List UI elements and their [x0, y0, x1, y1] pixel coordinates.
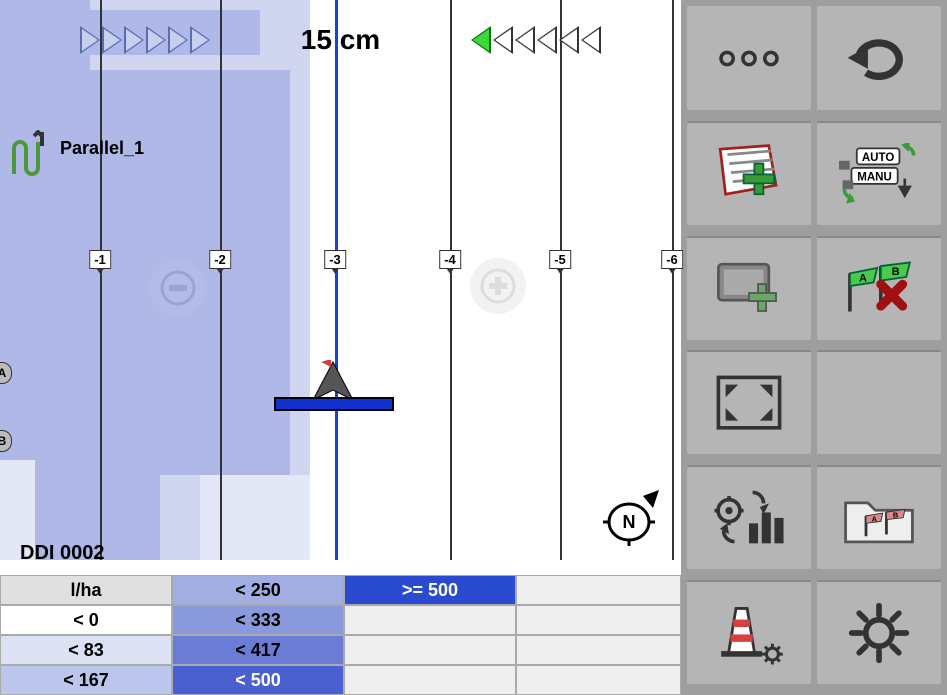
lightbar-right-arrows: [469, 26, 601, 54]
implement-boom: [274, 397, 394, 411]
svg-text:N: N: [623, 512, 636, 532]
guideline: [335, 0, 338, 560]
guideline-label: -6: [661, 250, 683, 269]
legend-cell: [344, 665, 516, 695]
stats-button[interactable]: [687, 465, 811, 569]
guideline-label: -2: [209, 250, 231, 269]
offset-value: 15 cm: [301, 24, 380, 56]
zoom-in-button[interactable]: [470, 258, 526, 314]
legend-cell: < 500: [172, 665, 344, 695]
svg-text:B: B: [892, 266, 900, 278]
guideline-label: -4: [439, 250, 461, 269]
add-field-button[interactable]: [687, 121, 811, 225]
toolbar: AUTOMANU AB AB: [681, 0, 947, 695]
legend-cell: < 417: [172, 635, 344, 665]
auto-manu-button[interactable]: AUTO MANU: [817, 121, 941, 225]
legend-cell: [516, 665, 681, 695]
svg-text:B: B: [893, 510, 899, 519]
lightbar: 15 cm: [0, 20, 681, 60]
legend-cell: [516, 575, 681, 605]
ab-folder-button[interactable]: AB: [817, 465, 941, 569]
legend-cell: l/ha: [0, 575, 172, 605]
obstacle-settings-button[interactable]: [687, 580, 811, 684]
track-name: Parallel_1: [60, 138, 144, 159]
guideline-label: -5: [549, 250, 571, 269]
svg-text:A: A: [859, 272, 867, 284]
legend-cell: [344, 605, 516, 635]
delete-ab-button[interactable]: AB: [817, 236, 941, 340]
parallel-track-icon: [6, 130, 54, 183]
compass-icon: N: [603, 490, 663, 551]
legend-cell: < 250: [172, 575, 344, 605]
rate-legend: l/ha< 250>= 500 < 0< 333< 83< 417< 167< 5…: [0, 575, 681, 695]
guideline: [100, 0, 102, 560]
svg-text:AUTO: AUTO: [862, 151, 895, 163]
back-button[interactable]: [817, 6, 941, 110]
guideline: [560, 0, 562, 560]
legend-cell: < 0: [0, 605, 172, 635]
legend-cell: [516, 635, 681, 665]
fullscreen-button[interactable]: [687, 350, 811, 454]
blank-button: [817, 350, 941, 454]
legend-cell: >= 500: [344, 575, 516, 605]
svg-text:MANU: MANU: [857, 171, 892, 183]
ddi-label: DDI 0002: [20, 542, 105, 565]
guideline-label: -3: [324, 250, 346, 269]
zoom-out-button[interactable]: [150, 260, 206, 316]
svg-text:A: A: [872, 514, 878, 523]
lightbar-left-arrows: [80, 26, 212, 54]
legend-cell: < 83: [0, 635, 172, 665]
legend-cell: < 333: [172, 605, 344, 635]
legend-cell: [516, 605, 681, 635]
menu-button[interactable]: [687, 6, 811, 110]
legend-cell: < 167: [0, 665, 172, 695]
map-view[interactable]: -1 -2 -3 -4 -5 -6 15 cm Parallel_1: [0, 0, 681, 695]
guideline-label: -1: [89, 250, 111, 269]
coverage-zone: [160, 475, 200, 560]
guideline: [672, 0, 674, 560]
settings-button[interactable]: [817, 580, 941, 684]
guideline: [220, 0, 222, 560]
add-display-button[interactable]: [687, 236, 811, 340]
legend-cell: [344, 635, 516, 665]
guideline: [450, 0, 452, 560]
